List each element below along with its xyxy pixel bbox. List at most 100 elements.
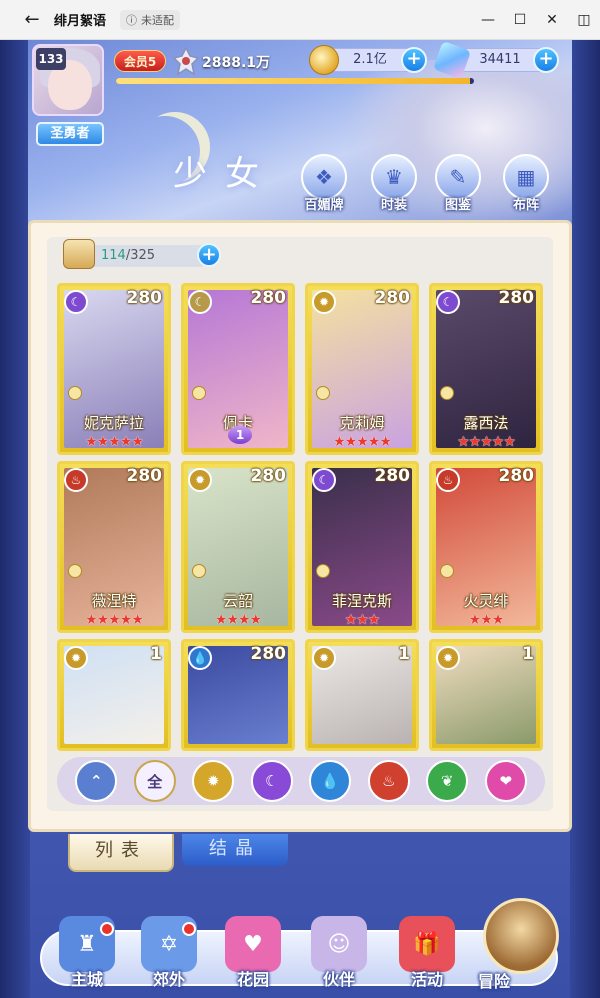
player-level-badge: 133 — [36, 48, 66, 70]
codex-button[interactable]: ✎ 图鉴 — [430, 154, 486, 214]
nav-gift[interactable]: 🎁 活动 — [392, 916, 462, 996]
fire-element-icon: ♨ — [436, 468, 460, 492]
gem-counter: 34411 + — [432, 40, 559, 80]
character-level: 280 — [374, 288, 411, 308]
character-name: 克莉姆 — [339, 414, 385, 432]
nav-garden[interactable]: ♥ 花园 — [218, 916, 288, 996]
star-rating: ★★★★★ — [85, 612, 144, 628]
nav-castle[interactable]: ♜ 主城 — [52, 916, 122, 996]
filter-nature-button[interactable]: ❦ — [426, 760, 469, 802]
roster-current: 114 — [101, 248, 126, 263]
character-level: 1 — [522, 644, 534, 664]
gold-counter: 2.1亿 + — [309, 45, 427, 75]
game-viewport: 少女 133 圣勇者 会员5 2888.1万 2.1亿 + 34411 + ❖ … — [0, 40, 600, 998]
gold-value: 2.1亿 — [353, 52, 387, 67]
filter-sun-button[interactable]: ✹ — [192, 760, 235, 802]
filter-all-button[interactable]: 全 — [133, 760, 176, 802]
window-controls: — ☐ ✕ ◫ — [472, 0, 600, 40]
sun-element-icon: ✹ — [64, 646, 88, 670]
maximize-button[interactable]: ☐ — [504, 0, 536, 40]
character-level: 280 — [250, 288, 287, 308]
add-gems-button[interactable]: + — [533, 47, 559, 73]
vip-badge[interactable]: 会员5 — [114, 50, 166, 72]
filter-fire-button[interactable]: ♨ — [367, 760, 410, 802]
class-icon — [316, 386, 330, 400]
character-level: 280 — [250, 466, 287, 486]
filter-water-button[interactable]: 💧 — [309, 760, 352, 802]
star-rating: ★★★ — [468, 612, 505, 628]
gem-value: 34411 — [479, 52, 521, 67]
expand-roster-button[interactable]: + — [197, 243, 221, 267]
roster-count: 114/325 + — [63, 239, 221, 269]
element-filter-bar: ⌃ 全 ✹ ☾ 💧 ♨ ❦ ❤ — [57, 757, 545, 805]
add-gold-button[interactable]: + — [401, 47, 427, 73]
back-arrow-icon[interactable]: ← — [20, 8, 44, 32]
tab-crystal[interactable]: 结晶 — [182, 834, 288, 866]
snap-button[interactable]: ◫ — [568, 0, 600, 40]
character-card[interactable]: ♨ 280 薇涅特 ★★★★★ — [57, 461, 171, 633]
class-icon — [68, 564, 82, 578]
nav-partner[interactable]: ☺ 伙伴 — [304, 916, 374, 996]
filter-moon-button[interactable]: ☾ — [250, 760, 293, 802]
star-rating: ★★★★★ — [333, 434, 392, 450]
character-card[interactable]: ☾ 280 佩卡 1 — [181, 283, 295, 455]
character-card[interactable]: ✹ 1 — [57, 639, 171, 751]
garden-icon: ♥ — [225, 916, 281, 972]
class-icon — [440, 564, 454, 578]
filter-wind-button[interactable]: ⌃ — [75, 760, 118, 802]
costume-button[interactable]: ♛ 时装 — [366, 154, 422, 214]
gold-coin-icon — [309, 45, 339, 75]
class-icon — [192, 564, 206, 578]
roster-panel: 114/325 + ☾ 280 妮克萨拉 ★★★★★ ☾ 280 佩卡 1 ✹ 280 克莉姆 ★★★… — [28, 220, 572, 832]
gift-icon: 🎁 — [399, 916, 455, 972]
star-rating: ★★★ — [344, 612, 381, 628]
character-level: 280 — [250, 644, 287, 664]
formation-button-label: 布阵 — [512, 198, 539, 213]
character-card[interactable]: ☾ 280 妮克萨拉 ★★★★★ — [57, 283, 171, 455]
character-name: 云韶 — [222, 592, 253, 610]
notification-dot — [100, 922, 114, 936]
water-element-icon: 💧 — [188, 646, 212, 670]
cards-button-label: 百媚牌 — [304, 198, 344, 213]
nav-label: 伙伴 — [322, 970, 355, 989]
exp-progress-bar — [116, 78, 474, 84]
cards-button[interactable]: ❖ 百媚牌 — [296, 154, 352, 214]
close-button[interactable]: ✕ — [536, 0, 568, 40]
moon-element-icon: ☾ — [64, 290, 88, 314]
window-titlebar: ← 绯月絮语 ⓘ 未适配 — ☐ ✕ ◫ — [0, 0, 600, 40]
filter-heart-button[interactable]: ❤ — [484, 760, 527, 802]
notification-dot — [182, 922, 196, 936]
formation-button[interactable]: ▦ 布阵 — [498, 154, 554, 214]
minimize-button[interactable]: — — [472, 0, 504, 40]
tab-list[interactable]: 列表 — [68, 834, 174, 872]
character-card[interactable]: ✹ 280 云韶 ★★★★ — [181, 461, 295, 633]
character-name: 妮克萨拉 — [83, 414, 144, 432]
compass-icon — [483, 898, 559, 974]
character-level: 1 — [398, 644, 410, 664]
character-card[interactable]: ✹ 1 — [305, 639, 419, 751]
adventure-button[interactable]: 冒险 — [478, 898, 564, 998]
player-rank-tag[interactable]: 圣勇者 — [36, 122, 104, 146]
nav-label: 主城 — [70, 970, 103, 989]
compat-badge[interactable]: ⓘ 未适配 — [120, 9, 181, 30]
character-card[interactable]: ✹ 280 克莉姆 ★★★★★ — [305, 283, 419, 455]
compat-badge-label: 未适配 — [141, 13, 175, 27]
character-card[interactable]: ✹ 1 — [429, 639, 543, 751]
class-icon — [192, 386, 206, 400]
info-icon: ⓘ — [126, 13, 138, 27]
character-level: 280 — [126, 288, 163, 308]
character-name: 菲涅克斯 — [331, 592, 392, 610]
power-value: 2888.1万 — [202, 55, 271, 71]
character-card[interactable]: ♨ 280 火灵绯 ★★★ — [429, 461, 543, 633]
nav-outskirts[interactable]: ✡ 郊外 — [134, 916, 204, 996]
character-card[interactable]: ☾ 280 菲涅克斯 ★★★ — [305, 461, 419, 633]
character-card[interactable]: 💧 280 — [181, 639, 295, 751]
character-level: 280 — [498, 466, 535, 486]
nav-label: 活动 — [410, 970, 443, 989]
partner-icon: ☺ — [311, 916, 367, 972]
character-grid: ☾ 280 妮克萨拉 ★★★★★ ☾ 280 佩卡 1 ✹ 280 克莉姆 ★★★★★ ☾ 280 露西法 ★… — [57, 283, 545, 751]
fire-element-icon: ♨ — [64, 468, 88, 492]
character-card[interactable]: ☾ 280 露西法 ★★★★★ — [429, 283, 543, 455]
window-title: 绯月絮语 — [54, 14, 107, 29]
character-level: 280 — [374, 466, 411, 486]
